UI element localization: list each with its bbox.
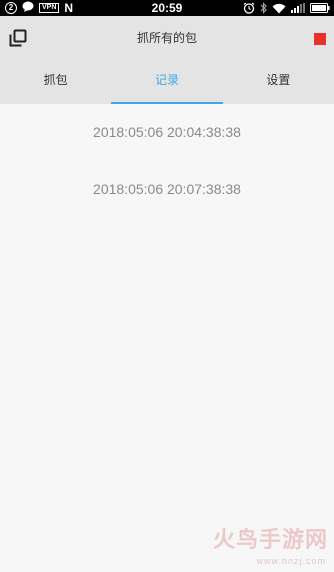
signal-icon [291,3,305,13]
tab-capture-label: 抓包 [43,73,68,87]
tab-records-label: 记录 [154,73,179,87]
alarm-icon [243,2,255,14]
record-timestamp: 2018:05:06 20:07:38:38 [93,181,241,197]
wifi-icon [272,3,286,14]
tab-bar: 抓包 记录 设置 [0,60,334,104]
watermark-url: www.hnzj.com [256,556,326,566]
tab-capture[interactable]: 抓包 [0,60,111,104]
status-bar: 2 VPN N 20:59 [0,0,334,16]
tab-settings[interactable]: 设置 [223,60,334,104]
bluetooth-icon [260,2,267,14]
record-item[interactable]: 2018:05:06 20:07:38:38 [0,161,334,218]
page-title: 抓所有的包 [136,31,197,45]
record-list: 2018:05:06 20:04:38:38 2018:05:06 20:07:… [0,104,334,218]
status-bar-right [243,1,330,15]
title-bar: 抓所有的包 [0,16,334,60]
watermark-title: 火鸟手游网 [212,527,328,552]
tab-settings-label: 设置 [266,73,291,87]
battery-icon [310,3,330,13]
stop-button[interactable] [314,33,326,45]
watermark-logo: 火鸟手游网 www.hnzj.com [202,522,328,566]
record-item[interactable]: 2018:05:06 20:04:38:38 [0,104,334,161]
tab-records[interactable]: 记录 [111,60,223,104]
record-timestamp: 2018:05:06 20:04:38:38 [93,124,241,140]
